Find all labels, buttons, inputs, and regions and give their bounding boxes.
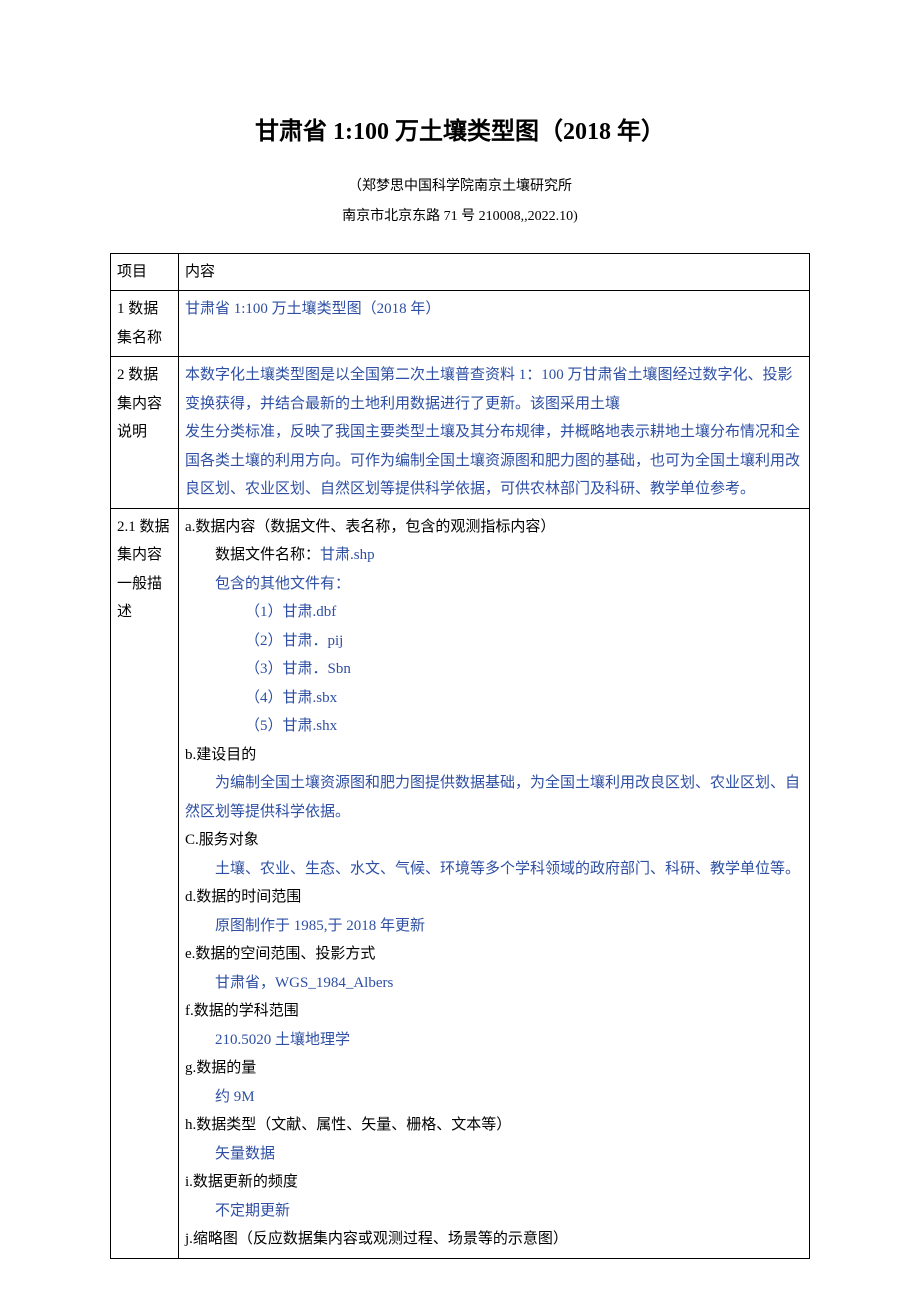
section-f-head: f.数据的学科范围: [185, 997, 803, 1026]
section-f-body: 210.5020 土壤地理学: [185, 1026, 803, 1055]
section-b-body: 为编制全国土壤资源图和肥力图提供数据基础，为全国土壤利用改良区划、农业区划、自然…: [185, 769, 803, 826]
section-j-head: j.缩略图（反应数据集内容或观测过程、场景等的示意图）: [185, 1225, 803, 1254]
data-file-label: 数据文件名称：: [215, 547, 320, 563]
files-list: （1）甘肃.dbf （2）甘肃．pij （3）甘肃．Sbn （4）甘肃.sbx …: [185, 598, 803, 741]
table-row: 1 数据集名称 甘肃省 1:100 万土壤类型图（2018 年）: [111, 291, 810, 357]
row2-label: 2 数据集内容说明: [111, 357, 179, 509]
header-content: 内容: [179, 253, 810, 291]
section-c-head: C.服务对象: [185, 826, 803, 855]
table-row: 2 数据集内容说明 本数字化土壤类型图是以全国第二次土壤普查资料 1：100 万…: [111, 357, 810, 509]
row2-p1: 本数字化土壤类型图是以全国第二次土壤普查资料 1：100 万甘肃省土壤图经过数字…: [185, 367, 793, 412]
metadata-table: 项目 内容 1 数据集名称 甘肃省 1:100 万土壤类型图（2018 年） 2…: [110, 253, 810, 1259]
page-title: 甘肃省 1:100 万土壤类型图（2018 年）: [110, 110, 810, 156]
address-line: 南京市北京东路 71 号 210008,,2022.10): [110, 204, 810, 231]
author-line: （郑梦思中国科学院南京土壤研究所: [110, 174, 810, 201]
table-row: 2.1 数据集内容一般描述 a.数据内容（数据文件、表名称，包含的观测指标内容）…: [111, 508, 810, 1258]
table-header-row: 项目 内容: [111, 253, 810, 291]
header-project: 项目: [111, 253, 179, 291]
section-d-head: d.数据的时间范围: [185, 883, 803, 912]
section-i-body: 不定期更新: [185, 1197, 803, 1226]
dataset-name: 甘肃省 1:100 万土壤类型图（2018 年）: [185, 301, 440, 317]
row3-content: a.数据内容（数据文件、表名称，包含的观测指标内容） 数据文件名称：甘肃.shp…: [179, 508, 810, 1258]
row2-content: 本数字化土壤类型图是以全国第二次土壤普查资料 1：100 万甘肃省土壤图经过数字…: [179, 357, 810, 509]
section-h-body: 矢量数据: [185, 1140, 803, 1169]
section-e-head: e.数据的空间范围、投影方式: [185, 940, 803, 969]
row2-p2: 发生分类标准，反映了我国主要类型土壤及其分布规律，并概略地表示耕地土壤分布情况和…: [185, 424, 800, 497]
data-file-name: 甘肃.shp: [320, 547, 375, 563]
file-item: （2）甘肃．pij: [185, 627, 803, 656]
other-files-label: 包含的其他文件有：: [185, 570, 803, 599]
row1-label: 1 数据集名称: [111, 291, 179, 357]
file-item: （4）甘肃.sbx: [185, 684, 803, 713]
row1-content: 甘肃省 1:100 万土壤类型图（2018 年）: [179, 291, 810, 357]
section-g-body: 约 9M: [185, 1083, 803, 1112]
file-item: （1）甘肃.dbf: [185, 598, 803, 627]
section-h-head: h.数据类型（文献、属性、矢量、栅格、文本等）: [185, 1111, 803, 1140]
section-b-head: b.建设目的: [185, 741, 803, 770]
data-file-line: 数据文件名称：甘肃.shp: [185, 541, 803, 570]
section-c-body: 土壤、农业、生态、水文、气候、环境等多个学科领域的政府部门、科研、教学单位等。: [185, 855, 803, 884]
section-a-head: a.数据内容（数据文件、表名称，包含的观测指标内容）: [185, 513, 803, 542]
row3-label: 2.1 数据集内容一般描述: [111, 508, 179, 1258]
file-item: （3）甘肃．Sbn: [185, 655, 803, 684]
section-i-head: i.数据更新的频度: [185, 1168, 803, 1197]
section-e-body: 甘肃省，WGS_1984_Albers: [185, 969, 803, 998]
section-g-head: g.数据的量: [185, 1054, 803, 1083]
file-item: （5）甘肃.shx: [185, 712, 803, 741]
section-d-body: 原图制作于 1985,于 2018 年更新: [185, 912, 803, 941]
